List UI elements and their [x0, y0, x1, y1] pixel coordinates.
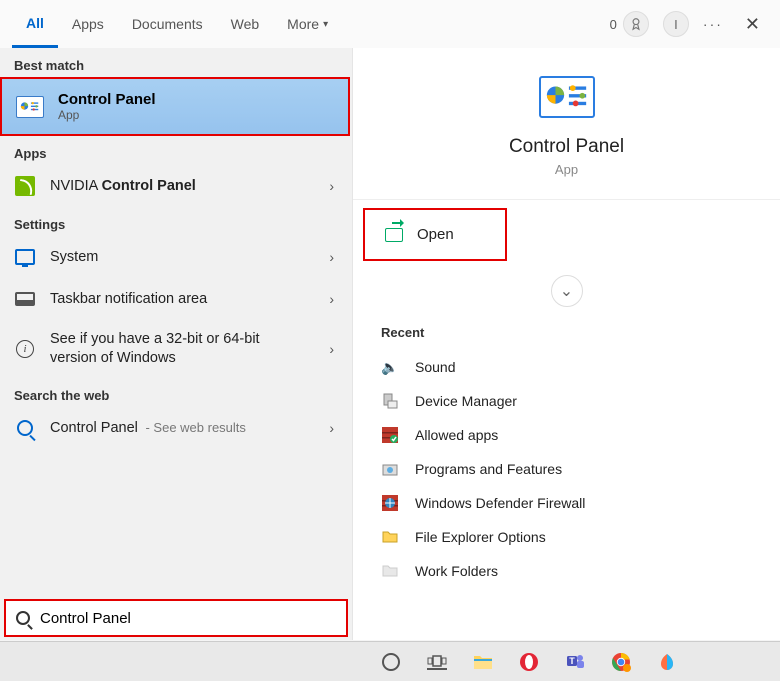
recent-file-explorer-options[interactable]: File Explorer Options [381, 520, 764, 554]
nvidia-icon [15, 176, 35, 196]
recent-programs-features[interactable]: Programs and Features [381, 452, 764, 486]
recent-device-manager[interactable]: Device Manager [381, 384, 764, 418]
results-pane: Best match Control Panel App Apps NVIDIA… [0, 48, 352, 640]
recent-defender-firewall[interactable]: Windows Defender Firewall [381, 486, 764, 520]
best-match-subtitle: App [58, 108, 156, 122]
recent-label: Work Folders [415, 563, 498, 579]
firewall-allow-icon [381, 426, 399, 444]
preview-pane: Control Panel App Open ⌄ Recent 🔈 Sound D… [352, 48, 780, 640]
app-bold: Control Panel [102, 178, 196, 194]
recent-work-folders[interactable]: Work Folders [381, 554, 764, 588]
expand-button[interactable]: ⌄ [551, 275, 583, 307]
preview-title: Control Panel [353, 136, 780, 158]
tab-all[interactable]: All [12, 0, 58, 48]
options-icon[interactable]: ··· [703, 16, 723, 32]
chevron-down-icon: ▾ [323, 19, 328, 30]
folder-options-icon [381, 528, 399, 546]
firewall-icon [381, 494, 399, 512]
tab-more-label: More [287, 16, 319, 32]
recent-heading: Recent [381, 317, 764, 350]
search-input[interactable] [40, 610, 336, 627]
section-settings: Settings [0, 207, 352, 236]
chevron-down-icon: ⌄ [560, 281, 573, 301]
result-nvidia-control-panel[interactable]: NVIDIA Control Panel › [0, 165, 352, 207]
best-match-result[interactable]: Control Panel App [0, 77, 350, 136]
tab-documents[interactable]: Documents [118, 0, 217, 48]
result-taskbar-notification[interactable]: Taskbar notification area › [0, 278, 352, 320]
chevron-right-icon: › [329, 420, 334, 436]
opera-icon[interactable] [518, 651, 540, 673]
recent-label: Programs and Features [415, 461, 562, 477]
web-label: Control Panel [50, 420, 138, 436]
device-manager-icon [381, 392, 399, 410]
recent-label: Windows Defender Firewall [415, 495, 585, 511]
recent-sound[interactable]: 🔈 Sound [381, 350, 764, 384]
work-folders-icon [381, 562, 399, 580]
paint3d-icon[interactable] [656, 651, 678, 673]
chevron-right-icon: › [329, 341, 334, 357]
taskbar-icon [15, 292, 35, 306]
search-icon [17, 420, 33, 436]
section-apps: Apps [0, 136, 352, 165]
task-view-icon[interactable] [426, 651, 448, 673]
settings-label: See if you have a 32-bit or 64-bit versi… [50, 330, 300, 368]
best-match-title: Control Panel [58, 91, 156, 108]
recent-allowed-apps[interactable]: Allowed apps [381, 418, 764, 452]
cortana-icon[interactable] [380, 651, 402, 673]
control-panel-icon-large [539, 76, 595, 118]
svg-text:T: T [569, 656, 575, 666]
file-explorer-icon[interactable] [472, 651, 494, 673]
recent-label: Allowed apps [415, 427, 498, 443]
open-icon [385, 228, 403, 242]
user-avatar[interactable]: I [663, 11, 689, 37]
chrome-icon[interactable] [610, 651, 632, 673]
speaker-icon: 🔈 [381, 358, 399, 376]
chevron-right-icon: › [329, 291, 334, 307]
section-web: Search the web [0, 378, 352, 407]
result-system[interactable]: System › [0, 236, 352, 278]
app-prefix: NVIDIA [50, 178, 102, 194]
control-panel-icon [16, 96, 44, 118]
preview-subtitle: App [353, 162, 780, 177]
rewards-count: 0 [610, 17, 617, 32]
open-label: Open [417, 226, 454, 243]
search-filter-tabs: All Apps Documents Web More ▾ [12, 0, 342, 48]
chevron-right-icon: › [329, 249, 334, 265]
settings-label: Taskbar notification area [50, 291, 207, 307]
teams-icon[interactable]: T [564, 651, 586, 673]
programs-icon [381, 460, 399, 478]
result-web-search[interactable]: Control Panel - See web results › [0, 407, 352, 449]
rewards-icon[interactable] [623, 11, 649, 37]
recent-label: File Explorer Options [415, 529, 546, 545]
tab-web[interactable]: Web [217, 0, 274, 48]
tab-more[interactable]: More ▾ [273, 0, 342, 48]
search-icon [16, 611, 30, 625]
settings-label: System [50, 249, 98, 265]
result-32-64-bit[interactable]: i See if you have a 32-bit or 64-bit ver… [0, 320, 352, 378]
close-icon[interactable]: ✕ [737, 14, 768, 35]
recent-label: Sound [415, 359, 455, 375]
search-bar[interactable] [4, 599, 348, 637]
taskbar: T [0, 641, 780, 681]
info-icon: i [16, 340, 34, 358]
tab-apps[interactable]: Apps [58, 0, 118, 48]
chevron-right-icon: › [329, 178, 334, 194]
top-bar: All Apps Documents Web More ▾ 0 I ··· ✕ [0, 0, 780, 48]
recent-label: Device Manager [415, 393, 517, 409]
monitor-icon [15, 249, 35, 265]
section-best-match: Best match [0, 48, 352, 77]
web-hint: - See web results [142, 420, 246, 435]
top-right-controls: 0 I ··· ✕ [610, 11, 768, 37]
open-action[interactable]: Open [363, 208, 507, 261]
